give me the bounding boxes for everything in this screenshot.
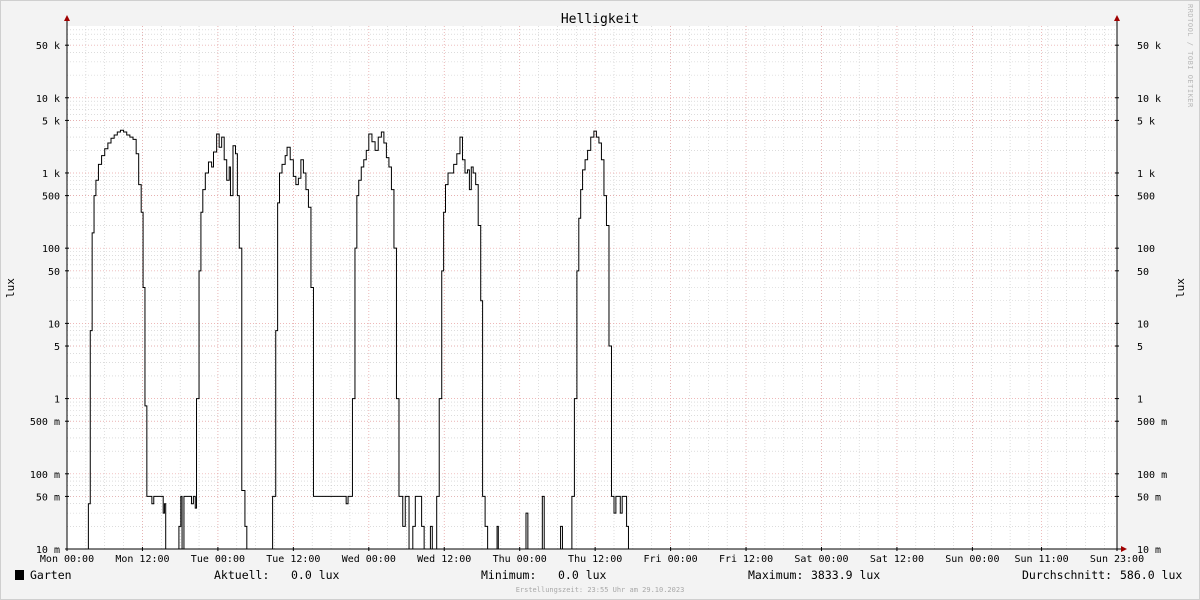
y-tick-label-right: 10 k [1137,94,1161,105]
legend-avg-value: 586.0 lux [1120,568,1182,582]
legend-min-label: Minimum: [481,568,536,582]
legend-series-name: Garten [30,568,72,582]
y-axis-label-left: lux [4,278,17,298]
y-tick-label-right: 50 [1137,267,1149,278]
legend-current-label: Aktuell: [214,568,269,582]
x-tick-label: Sun 11:00 [1014,554,1068,565]
legend-swatch [15,570,24,580]
x-tick-label: Fri 12:00 [719,554,773,565]
legend-max-label: Maximum: [748,568,803,582]
y-tick-label-left: 500 m [30,417,60,428]
y-tick-label-right: 100 m [1137,470,1167,481]
x-tick-label: Sat 12:00 [870,554,924,565]
y-tick-label-right: 10 [1137,319,1149,330]
y-tick-label-left: 10 [48,319,60,330]
y-tick-label-right: 50 k [1137,41,1161,52]
y-tick-label-left: 500 [42,192,60,203]
y-tick-label-left: 50 [48,267,60,278]
y-axis-label-right: lux [1174,278,1187,298]
x-tick-label: Thu 00:00 [493,554,547,565]
x-tick-label: Tue 00:00 [191,554,245,565]
y-tick-label-left: 50 m [36,492,60,503]
y-tick-label-right: 1 [1137,395,1143,406]
y-tick-label-right: 1 k [1137,169,1155,180]
y-tick-label-right: 5 k [1137,116,1155,127]
y-tick-label-right: 500 m [1137,417,1167,428]
x-tick-label: Fri 00:00 [643,554,697,565]
legend-max-value: 3833.9 lux [811,568,880,582]
y-tick-label-right: 50 m [1137,492,1161,503]
y-tick-label-left: 10 k [36,94,60,105]
y-tick-label-right: 100 [1137,244,1155,255]
x-tick-label: Tue 12:00 [266,554,320,565]
x-tick-label: Mon 12:00 [115,554,169,565]
y-tick-label-left: 1 [54,395,60,406]
y-tick-label-left: 100 [42,244,60,255]
x-tick-label: Sun 00:00 [945,554,999,565]
y-tick-label-left: 1 k [42,169,60,180]
legend-current-value: 0.0 lux [291,568,340,582]
y-tick-label-left: 5 k [42,116,60,127]
legend-avg-label: Durchschnitt: [1022,568,1112,582]
x-tick-label: Thu 12:00 [568,554,622,565]
y-tick-label-left: 50 k [36,41,60,52]
x-axis-arrow [1121,546,1127,552]
rrdtool-watermark: RRDTOOL / TOBI OETIKER [1186,4,1194,108]
y-axis-arrow-right [1114,15,1120,21]
x-tick-label: Sun 23:00 [1090,554,1144,565]
y-tick-label-right: 500 [1137,192,1155,203]
y-axis-arrow-left [64,15,70,21]
x-tick-label: Wed 00:00 [342,554,396,565]
y-tick-label-right: 5 [1137,342,1143,353]
x-tick-label: Wed 12:00 [417,554,471,565]
x-tick-label: Sat 00:00 [794,554,848,565]
y-tick-label-left: 100 m [30,470,60,481]
y-tick-label-left: 5 [54,342,60,353]
chart-title: Helligkeit [561,12,639,27]
x-tick-label: Mon 00:00 [40,554,94,565]
chart: 50 k 50 k10 k 10 k5 k5 k1 k1 k500 500100 100… [4,4,1194,594]
legend-min-value: 0.0 lux [558,568,607,582]
creation-time: Erstellungszeit: 23:55 Uhr am 29.10.2023 [516,586,685,594]
